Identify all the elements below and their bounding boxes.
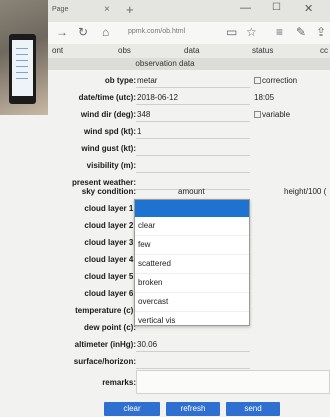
favorite-star-icon[interactable]: ☆ xyxy=(246,25,257,39)
variable-label: variable xyxy=(262,110,291,119)
hub-icon[interactable]: ≡ xyxy=(276,25,283,39)
page-nav-tabs: ont obs data status cc xyxy=(0,44,330,59)
height-column-header: height/100 ( xyxy=(284,187,327,196)
nav-tab-data[interactable]: data xyxy=(184,46,200,55)
datetime-label: date/time (utc): xyxy=(78,93,136,102)
row-visibility: visibility (m): xyxy=(0,157,330,174)
minimize-icon[interactable]: — xyxy=(240,2,251,14)
browser-tab-bar: Page × + — ☐ ✕ xyxy=(0,0,330,23)
altimeter-label: altimeter (inHg): xyxy=(74,340,136,349)
surface-horizon-label: surface/horizon: xyxy=(73,357,136,366)
phone-screen xyxy=(12,40,33,96)
temperature-label: temperature (c): xyxy=(75,306,136,315)
row-altimeter: altimeter (inHg): 30.06 xyxy=(0,336,330,353)
amount-column-header: amount xyxy=(178,187,205,196)
cloud-layer-1-label: cloud layer 1: xyxy=(84,204,136,213)
wind-dir-input[interactable]: 348 xyxy=(137,110,150,119)
row-wind-spd: wind spd (kt): 1 xyxy=(0,123,330,140)
home-icon[interactable]: ⌂ xyxy=(102,25,109,39)
row-datetime: date/time (utc): 2018-06-12 18:05 xyxy=(0,89,330,106)
row-sky-condition: sky condition: amount height/100 ( xyxy=(0,183,330,200)
section-title: observation data xyxy=(0,58,330,70)
wind-dir-label: wind dir (deg): xyxy=(80,110,136,119)
wind-gust-label: wind gust (kt): xyxy=(81,144,136,153)
wind-spd-input[interactable]: 1 xyxy=(137,127,141,136)
ob-type-label: ob type: xyxy=(104,76,136,85)
nav-tab-status[interactable]: status xyxy=(252,46,273,55)
row-wind-dir: wind dir (deg): 348 variable xyxy=(0,106,330,123)
dew-point-label: dew point (c): xyxy=(84,323,136,332)
cloud-layer-4-label: cloud layer 4: xyxy=(84,255,136,264)
option-few[interactable]: few xyxy=(135,236,249,255)
row-surface-horizon: surface/horizon: xyxy=(0,353,330,370)
new-tab-icon[interactable]: + xyxy=(126,2,134,17)
nav-tab-obs[interactable]: obs xyxy=(118,46,131,55)
sky-condition-label: sky condition: xyxy=(81,187,136,196)
nav-tab-cc[interactable]: cc xyxy=(320,46,328,55)
correction-label: correction xyxy=(262,76,298,85)
refresh-button[interactable]: refresh xyxy=(166,402,220,416)
browser-toolbar: → ↻ ⌂ ppmk.com/ob.html ▭ ☆ ≡ ✎ ⇪ xyxy=(0,22,330,45)
date-input[interactable]: 2018-06-12 xyxy=(137,93,178,102)
row-wind-gust: wind gust (kt): xyxy=(0,140,330,157)
wind-spd-label: wind spd (kt): xyxy=(84,127,136,136)
window-close-icon[interactable]: ✕ xyxy=(304,2,313,15)
remarks-textarea[interactable] xyxy=(136,370,330,394)
reload-icon[interactable]: ↻ xyxy=(78,25,88,39)
option-broken[interactable]: broken xyxy=(135,274,249,293)
reading-view-icon[interactable]: ▭ xyxy=(226,25,237,39)
altimeter-input[interactable]: 30.06 xyxy=(137,340,157,349)
remarks-label: remarks: xyxy=(102,378,136,387)
visibility-label: visibility (m): xyxy=(86,161,136,170)
option-scattered[interactable]: scattered xyxy=(135,255,249,274)
share-icon[interactable]: ⇪ xyxy=(316,25,326,39)
forward-icon[interactable]: → xyxy=(56,25,68,39)
option-overcast[interactable]: overcast xyxy=(135,293,249,312)
address-bar[interactable]: ppmk.com/ob.html xyxy=(128,28,185,35)
phone-image xyxy=(9,34,36,104)
cloud-layer-2-label: cloud layer 2: xyxy=(84,221,136,230)
cloud-layer-5-label: cloud layer 5: xyxy=(84,272,136,281)
cloud-layer-6-label: cloud layer 6: xyxy=(84,289,136,298)
time-input[interactable]: 18:05 xyxy=(254,93,274,102)
tab-title[interactable]: Page xyxy=(52,6,68,13)
ob-type-select[interactable]: metar xyxy=(137,76,157,85)
cloud-amount-dropdown[interactable]: clear few scattered broken overcast vert… xyxy=(134,199,250,331)
dropdown-highlighted-option[interactable] xyxy=(135,200,249,217)
phone-photo-overlay xyxy=(0,0,48,115)
correction-checkbox[interactable]: correction xyxy=(254,76,297,85)
clear-button[interactable]: clear xyxy=(104,402,160,416)
maximize-icon[interactable]: ☐ xyxy=(272,2,281,13)
cloud-layer-3-label: cloud layer 3: xyxy=(84,238,136,247)
send-button[interactable]: send xyxy=(226,402,280,416)
row-ob-type: ob type: metar correction xyxy=(0,72,330,89)
nav-tab-ont[interactable]: ont xyxy=(52,46,63,55)
tab-close-icon[interactable]: × xyxy=(104,4,110,15)
variable-checkbox[interactable]: variable xyxy=(254,110,290,119)
notes-icon[interactable]: ✎ xyxy=(296,25,306,39)
option-vertical-vis[interactable]: vertical vis xyxy=(135,312,249,331)
option-clear[interactable]: clear xyxy=(135,217,249,236)
